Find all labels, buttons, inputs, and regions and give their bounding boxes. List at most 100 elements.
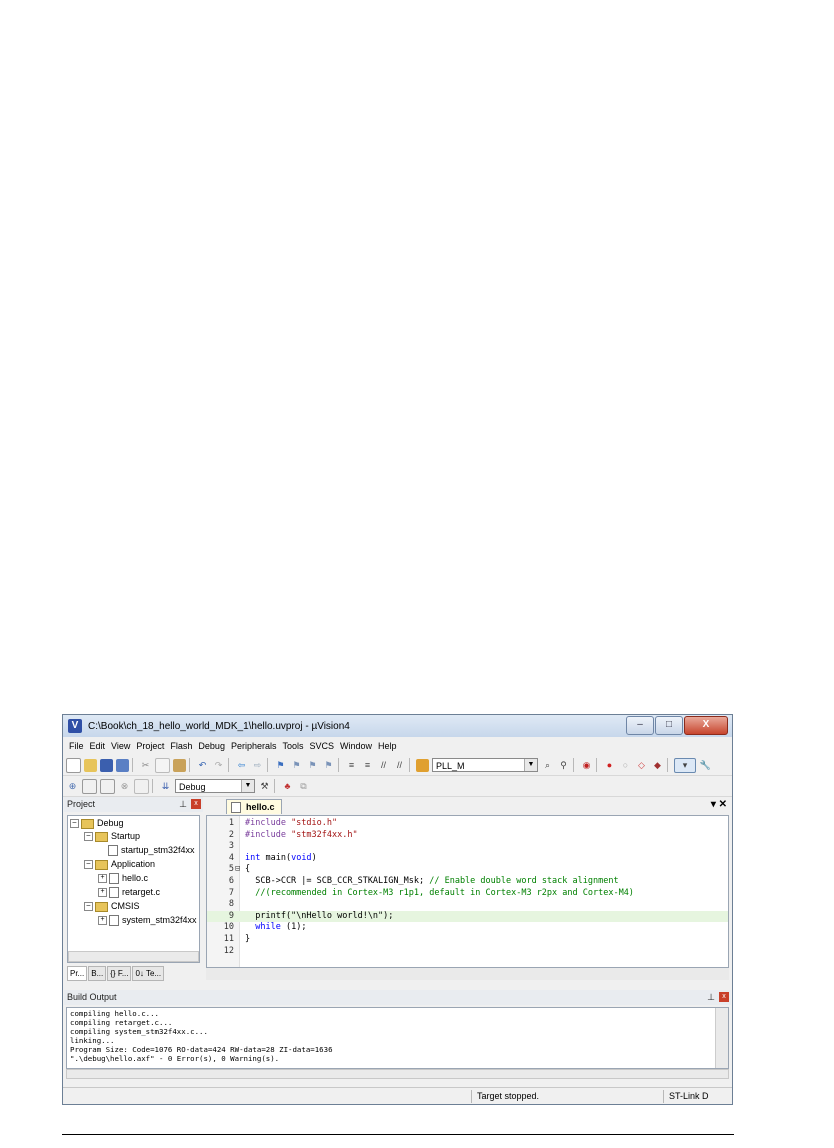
- code-editor[interactable]: 1 #include "stdio.h" 2 #include "stm32f4xx.…: [206, 815, 729, 968]
- editor-tab-controls[interactable]: ▾ ✕: [711, 799, 727, 810]
- nav-back-icon[interactable]: ⇦: [235, 759, 248, 772]
- translate-icon[interactable]: ⊕: [66, 780, 79, 793]
- indent-icon[interactable]: ≡: [345, 759, 358, 772]
- save-all-icon[interactable]: [116, 758, 129, 772]
- chevron-down-icon[interactable]: ▼: [241, 780, 254, 792]
- close-panel-icon[interactable]: x: [719, 992, 729, 1002]
- disable-all-breakpoints-icon[interactable]: ◇: [635, 759, 648, 772]
- menu-debug[interactable]: Debug: [198, 741, 225, 751]
- menu-flash[interactable]: Flash: [170, 741, 192, 751]
- build-icon[interactable]: [82, 778, 97, 794]
- uncomment-icon[interactable]: //: [393, 759, 406, 772]
- window-layout-icon[interactable]: ▾: [674, 757, 696, 773]
- target-options-icon[interactable]: ⚒: [258, 780, 271, 793]
- code-line[interactable]: 10 while (1);: [207, 922, 728, 933]
- editor-hscrollbar[interactable]: [206, 968, 729, 980]
- select-packs-icon[interactable]: ⧉: [297, 780, 310, 793]
- tab-books[interactable]: B...: [88, 966, 107, 981]
- prev-bookmark-icon[interactable]: ⚑: [290, 759, 303, 772]
- menu-tools[interactable]: Tools: [282, 741, 303, 751]
- code-line[interactable]: 8: [207, 899, 728, 910]
- manage-components-icon[interactable]: ♣: [281, 780, 294, 793]
- menu-window[interactable]: Window: [340, 741, 372, 751]
- bookmark-icon[interactable]: ⚑: [274, 759, 287, 772]
- debug-session-icon[interactable]: ◉: [580, 759, 593, 772]
- clear-bookmarks-icon[interactable]: ⚑: [322, 759, 335, 772]
- code-line[interactable]: 5 ⊟ {: [207, 864, 728, 875]
- tree-node-startup[interactable]: – Startup: [84, 830, 140, 843]
- tree-node-application[interactable]: – Application: [84, 858, 155, 871]
- comment-icon[interactable]: //: [377, 759, 390, 772]
- batch-build-icon[interactable]: ⊗: [118, 780, 131, 793]
- copy-icon[interactable]: [155, 757, 170, 773]
- maximize-button[interactable]: □: [655, 716, 683, 735]
- tab-functions[interactable]: {} F...: [107, 966, 132, 981]
- nav-forward-icon[interactable]: ⇨: [251, 759, 264, 772]
- download-icon[interactable]: ⇊: [159, 780, 172, 793]
- breakpoint-icon[interactable]: ●: [603, 759, 616, 772]
- tree-node-startup-file[interactable]: startup_stm32f4xx: [108, 844, 195, 857]
- build-output-hscrollbar[interactable]: [66, 1069, 729, 1079]
- build-output-vscrollbar[interactable]: [715, 1008, 728, 1068]
- tab-hello-c[interactable]: hello.c: [226, 799, 282, 814]
- find-combo[interactable]: PLL_M ▼: [432, 758, 538, 772]
- tab-templates[interactable]: 0↓ Te...: [132, 966, 165, 981]
- menu-help[interactable]: Help: [378, 741, 397, 751]
- code-line[interactable]: 12: [207, 946, 728, 957]
- save-icon[interactable]: [100, 758, 113, 772]
- stop-build-icon[interactable]: [134, 778, 149, 794]
- menu-svcs[interactable]: SVCS: [310, 741, 335, 751]
- configure-icon[interactable]: 🔧: [699, 759, 712, 772]
- code-line[interactable]: 4 int main(void): [207, 853, 728, 864]
- pin-icon[interactable]: ⊥: [179, 797, 187, 812]
- tree-node-system-file[interactable]: + system_stm32f4xx: [98, 914, 197, 927]
- menu-edit[interactable]: Edit: [90, 741, 106, 751]
- target-combo[interactable]: Debug ▼: [175, 779, 255, 793]
- cut-icon[interactable]: ✂: [139, 759, 152, 772]
- menu-peripherals[interactable]: Peripherals: [231, 741, 277, 751]
- menu-view[interactable]: View: [111, 741, 130, 751]
- tree-node-retarget-c[interactable]: + retarget.c: [98, 886, 160, 899]
- code-line[interactable]: 7 //(recommended in Cortex-M3 r1p1, defa…: [207, 888, 728, 899]
- menu-file[interactable]: File: [69, 741, 84, 751]
- paste-icon[interactable]: [173, 758, 186, 772]
- close-button[interactable]: X: [684, 716, 728, 735]
- code-line[interactable]: 9 printf("\nHello world!\n");: [207, 910, 728, 922]
- undo-icon[interactable]: ↶: [196, 759, 209, 772]
- status-bar: Target stopped. ST-Link D: [63, 1087, 732, 1104]
- tab-project[interactable]: Pr...: [67, 966, 88, 981]
- menu-project[interactable]: Project: [136, 741, 164, 751]
- kill-breakpoints-icon[interactable]: ◆: [651, 759, 664, 772]
- new-file-icon[interactable]: [66, 757, 81, 773]
- build-output-text[interactable]: compiling hello.c... compiling retarget.…: [66, 1007, 729, 1069]
- redo-icon[interactable]: ↷: [212, 759, 225, 772]
- find-in-files-icon[interactable]: [416, 758, 429, 772]
- pin-icon[interactable]: ⊥: [707, 990, 715, 1005]
- chevron-down-icon[interactable]: ▼: [524, 759, 537, 771]
- find-icon[interactable]: ⌕: [541, 759, 554, 772]
- close-panel-icon[interactable]: x: [191, 799, 201, 809]
- code-text: //(recommended in Cortex-M3 r1p1, defaul…: [245, 887, 634, 898]
- tree-node-hello-c[interactable]: + hello.c: [98, 872, 148, 885]
- line-number: 8: [228, 899, 234, 910]
- tree-node-cmsis[interactable]: – CMSIS: [84, 900, 140, 913]
- code-text: #include "stm32f4xx.h": [245, 829, 358, 840]
- code-line[interactable]: 2 #include "stm32f4xx.h": [207, 830, 728, 841]
- fold-icon[interactable]: ⊟: [235, 864, 240, 875]
- rebuild-icon[interactable]: [100, 778, 115, 794]
- open-folder-icon[interactable]: [84, 758, 97, 772]
- code-line[interactable]: 3: [207, 841, 728, 852]
- minimize-button[interactable]: –: [626, 716, 654, 735]
- incremental-find-icon[interactable]: ⚲: [557, 759, 570, 772]
- code-line[interactable]: 11}: [207, 934, 728, 945]
- code-text: SCB->CCR |= SCB_CCR_STKALIGN_Msk; // Ena…: [245, 876, 619, 886]
- unindent-icon[interactable]: ≡: [361, 759, 374, 772]
- line-number: 9: [228, 910, 234, 921]
- code-line[interactable]: 1 #include "stdio.h": [207, 818, 728, 829]
- next-bookmark-icon[interactable]: ⚑: [306, 759, 319, 772]
- code-line[interactable]: 6 SCB->CCR |= SCB_CCR_STKALIGN_Msk; // E…: [207, 876, 728, 887]
- disable-breakpoint-icon[interactable]: ○: [619, 759, 632, 772]
- title-bar[interactable]: V C:\Book\ch_18_hello_world_MDK_1\hello.…: [63, 715, 732, 737]
- tree-node-debug[interactable]: – Debug: [70, 817, 124, 830]
- project-hscrollbar[interactable]: [68, 951, 199, 962]
